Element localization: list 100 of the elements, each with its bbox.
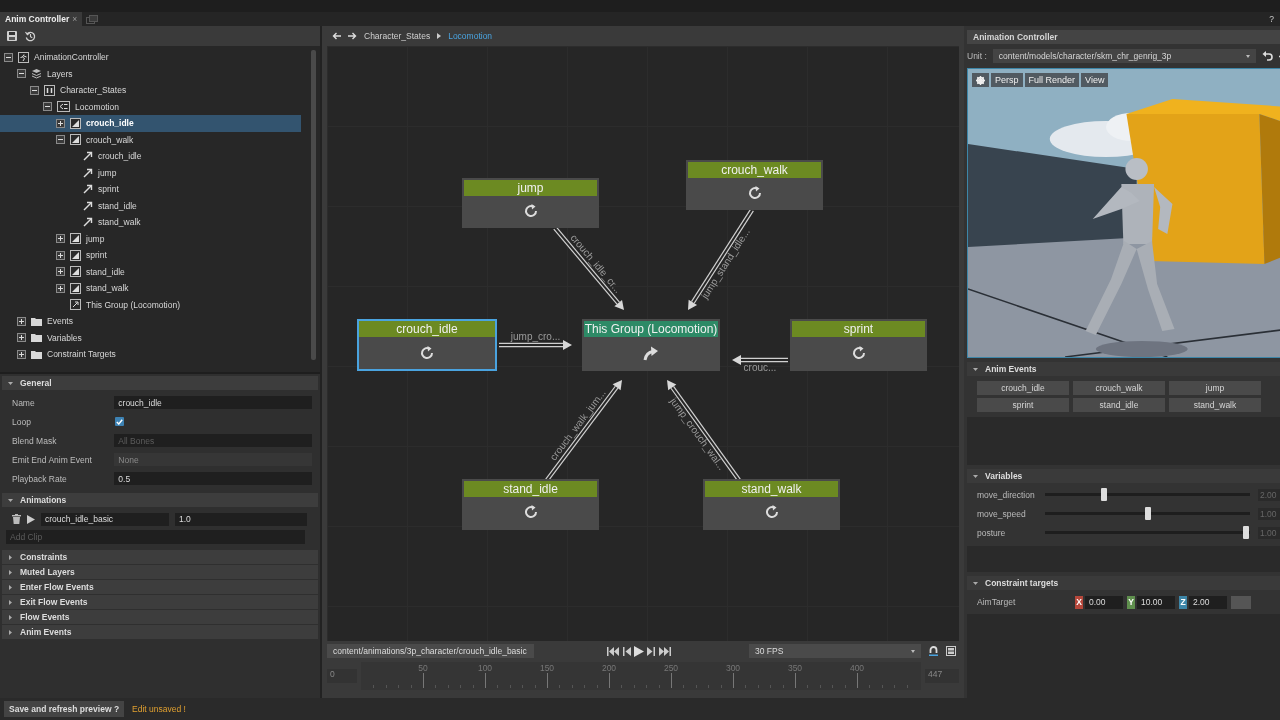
section-header[interactable]: General [2,376,318,390]
expand-toggle[interactable] [17,349,26,359]
expand-toggle[interactable] [56,267,65,277]
tab[interactable]: Anim Controller × [0,12,83,26]
section-header[interactable]: Flow Events [2,610,318,624]
state-node[interactable]: stand_idle [462,478,599,530]
tree-item[interactable]: stand_idle [0,263,301,280]
section-header[interactable]: Exit Flow Events [2,595,318,609]
tree-item[interactable]: jump [0,164,301,181]
node-title: jump [464,179,597,196]
event-button[interactable]: jump [1169,381,1261,395]
section-header[interactable]: Muted Layers [2,565,318,579]
tree-item[interactable]: jump [0,230,301,247]
tree-item[interactable]: stand_walk [0,280,301,297]
start-frame-field[interactable]: 0 [327,669,357,684]
expand-toggle[interactable] [56,234,65,244]
play-icon[interactable] [634,645,644,657]
section-header[interactable]: Constraint targets [967,576,1280,590]
undo-icon[interactable] [1262,51,1273,61]
axis-value-field[interactable]: 0.00 [1085,595,1123,609]
step-back-icon[interactable] [623,646,631,656]
history-icon[interactable] [25,30,36,42]
breadcrumb-link[interactable]: Character_States [364,31,431,41]
tree-item[interactable]: Constraint Targets [0,346,301,363]
scrollbar[interactable] [311,50,316,360]
tree-item[interactable]: crouch_walk [0,131,301,148]
expand-toggle[interactable] [56,250,65,260]
unit-label: Unit : [967,51,987,61]
state-node[interactable]: stand_walk [703,478,840,530]
expand-toggle[interactable] [56,118,65,128]
tree-item[interactable]: AnimationController [0,49,301,66]
checkbox[interactable] [115,417,124,426]
collapse-toggle[interactable] [17,69,26,79]
slider-thumb[interactable] [1101,488,1108,501]
event-button[interactable]: crouch_walk [1073,381,1165,395]
expand-toggle[interactable] [56,283,65,293]
unit-dropdown[interactable]: content/models/character/skm_chr_genrig_3p [992,49,1256,63]
save-icon[interactable] [7,31,17,41]
clip-dropdown[interactable]: content/animations/3p_character/crouch_idle_basic [327,644,534,659]
state-node[interactable]: crouch_idle [357,318,497,371]
collapse-toggle[interactable] [56,135,65,145]
tree-item[interactable]: sprint [0,181,301,198]
tree-item[interactable]: Events [0,313,301,330]
collapse-toggle[interactable] [30,85,39,95]
slider-thumb[interactable] [1242,526,1249,539]
tree-item[interactable]: sprint [0,247,301,264]
event-button[interactable]: crouch_idle [977,381,1069,395]
input-field[interactable]: crouch_idle [114,396,312,409]
section-header[interactable]: Animations [2,493,318,507]
slider-thumb[interactable] [1144,507,1151,520]
play-icon[interactable] [27,514,35,524]
input-field[interactable]: 0.5 [114,472,312,485]
panel-icon[interactable] [946,646,956,657]
section-header[interactable]: Anim Events [2,625,318,639]
magnet-icon[interactable] [929,646,938,657]
settings-button[interactable] [972,73,989,87]
save-button[interactable]: Save and refresh preview ? [4,701,125,717]
tree-item[interactable]: Layers [0,65,301,82]
state-node[interactable]: crouch_walk [686,159,823,210]
step-forward-icon[interactable] [647,646,655,656]
view-button[interactable]: View [1081,73,1109,87]
forward-arrow-icon[interactable] [348,32,357,40]
collapse-toggle[interactable] [4,52,13,62]
tree-item[interactable]: stand_walk [0,214,301,231]
tree-item[interactable]: Character_States [0,82,301,99]
tree-item[interactable]: crouch_idle [0,115,301,132]
breadcrumb-link[interactable]: Locomotion [448,31,493,41]
tree-item[interactable]: This Group (Locomotion) [0,296,301,313]
clip-name-field[interactable]: crouch_idle_basic [41,512,169,526]
tree-item[interactable]: Variables [0,329,301,346]
clip-weight-field[interactable]: 1.0 [175,512,307,526]
view-button[interactable]: Full Render [1024,73,1080,87]
event-button[interactable]: sprint [977,398,1069,412]
fps-dropdown[interactable]: 30 FPS [749,644,921,659]
end-frame-field[interactable]: 447 [925,669,959,684]
skip-to-start-icon[interactable] [607,646,620,656]
close-tab-button[interactable]: × [72,14,78,24]
state-node[interactable]: jump [462,177,599,228]
section-header[interactable]: Anim Events [967,362,1280,376]
tree-item[interactable]: crouch_idle [0,148,301,165]
expand-toggle[interactable] [17,316,26,326]
section-header[interactable]: Variables [967,469,1280,483]
view-button[interactable]: Persp [991,73,1023,87]
section-header[interactable]: Constraints [2,550,318,564]
axis-value-field[interactable]: 10.00 [1137,595,1175,609]
tree-item[interactable]: Locomotion [0,98,301,115]
skip-to-end-icon[interactable] [658,646,671,656]
expand-toggle[interactable] [17,333,26,343]
trash-icon[interactable] [12,514,21,524]
state-node[interactable]: This Group (Locomotion) [582,318,720,371]
state-node[interactable]: sprint [790,318,927,371]
collapse-toggle[interactable] [43,102,52,112]
help-button[interactable]: ? [1269,14,1274,24]
axis-value-field[interactable]: 2.00 [1189,595,1227,609]
event-button[interactable]: stand_idle [1073,398,1165,412]
back-arrow-icon[interactable] [332,32,341,40]
event-button[interactable]: stand_walk [1169,398,1261,412]
section-header[interactable]: Enter Flow Events [2,580,318,594]
controller-dropdown[interactable]: Animation Controller [967,30,1280,44]
tree-item[interactable]: stand_idle [0,197,301,214]
